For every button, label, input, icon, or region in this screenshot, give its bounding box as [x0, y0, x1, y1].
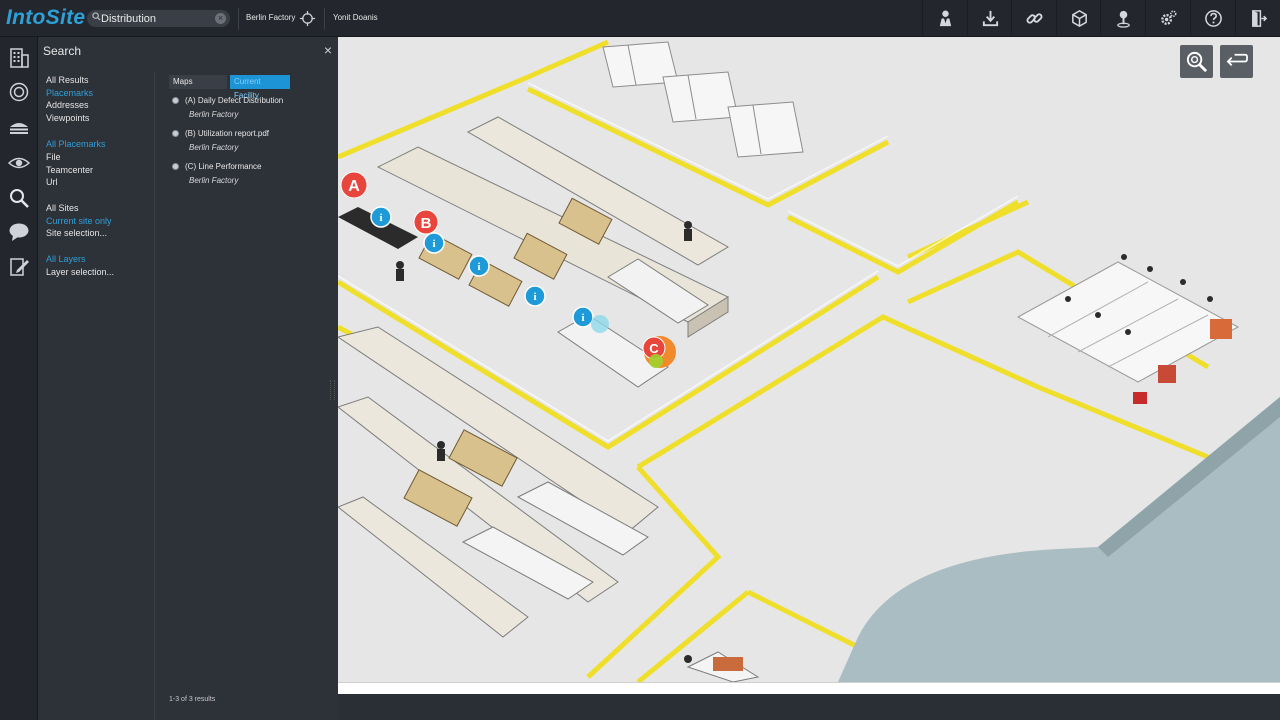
zoom-button[interactable] — [1180, 45, 1213, 78]
link-icon — [1026, 13, 1043, 24]
panel-title: Search — [43, 44, 82, 58]
result-title[interactable]: (B) Utilization report.pdf — [185, 129, 269, 138]
clear-search-icon[interactable]: × — [215, 13, 226, 24]
settings-button[interactable] — [1145, 0, 1189, 37]
result-bullet-icon — [172, 163, 179, 170]
filter-teamcenter[interactable]: Teamcenter — [46, 165, 93, 175]
result-bullet-icon — [172, 130, 179, 137]
result-title[interactable]: (A) Daily Defect Distribution — [185, 96, 283, 105]
info-pin[interactable]: i — [370, 206, 392, 228]
result-site: Berlin Factory — [189, 143, 239, 152]
map-viewport[interactable]: A B C i i i i i — [338, 37, 1280, 682]
placemark-a[interactable]: A — [340, 171, 368, 199]
filter-current-site[interactable]: Current site only — [46, 216, 112, 226]
divider — [238, 8, 239, 30]
zoom-icon — [1186, 51, 1208, 73]
panel-header: Search × — [38, 37, 338, 64]
person-icon — [939, 10, 952, 27]
comment-icon[interactable] — [8, 221, 30, 243]
placemark-label: C — [649, 341, 659, 356]
result-site: Berlin Factory — [189, 110, 239, 119]
search-input[interactable] — [101, 11, 211, 26]
link-button[interactable] — [1011, 0, 1055, 37]
tab-maps[interactable]: Maps — [169, 75, 227, 89]
locate-icon[interactable] — [299, 10, 316, 27]
info-pin[interactable]: i — [468, 255, 490, 277]
exit-button[interactable] — [1235, 0, 1279, 37]
filter-file[interactable]: File — [46, 152, 61, 162]
filter-all-placemarks[interactable]: All Placemarks — [46, 139, 106, 149]
divider — [324, 8, 325, 30]
search-panel: Search × All Results Placemarks Addresse… — [38, 37, 338, 720]
filter-placemarks[interactable]: Placemarks — [46, 88, 93, 98]
back-button[interactable] — [1220, 45, 1253, 78]
person-button[interactable] — [922, 0, 966, 37]
cube-button[interactable] — [1056, 0, 1100, 37]
back-arrow-icon — [1226, 53, 1248, 66]
exit-icon — [1252, 10, 1268, 28]
search-box[interactable]: × — [87, 10, 230, 27]
result-site: Berlin Factory — [189, 176, 239, 185]
filter-layer-selection[interactable]: Layer selection... — [46, 267, 114, 277]
factory-scene[interactable]: A B C i i i i i — [338, 37, 1280, 682]
map-pin-button[interactable] — [1100, 0, 1144, 37]
info-pin[interactable]: i — [423, 232, 445, 254]
svg-text:i: i — [477, 261, 480, 273]
svg-text:i: i — [432, 238, 435, 250]
placemark-label: B — [421, 215, 432, 232]
svg-text:i: i — [379, 212, 382, 224]
search-icon — [92, 12, 101, 21]
search-icon[interactable] — [8, 187, 30, 209]
left-rail — [0, 37, 38, 720]
svg-text:i: i — [533, 291, 536, 303]
result-title[interactable]: (C) Line Performance — [185, 162, 261, 171]
download-icon — [982, 10, 999, 27]
map-pin-icon — [1117, 10, 1130, 28]
filter-url[interactable]: Url — [46, 177, 58, 187]
layers-icon[interactable] — [8, 117, 30, 139]
app-logo: IntoSite — [6, 6, 86, 29]
current-site-label[interactable]: Berlin Factory — [246, 13, 295, 22]
results-pane: Maps Current Facility (A) Daily Defect D… — [164, 75, 336, 715]
result-count: 1-3 of 3 results — [169, 696, 216, 703]
svg-text:i: i — [581, 312, 584, 324]
filter-all-sites[interactable]: All Sites — [46, 203, 79, 213]
filter-addresses[interactable]: Addresses — [46, 100, 89, 110]
placemark-label: A — [348, 178, 360, 195]
filter-all-results[interactable]: All Results — [46, 75, 89, 85]
filter-all-layers[interactable]: All Layers — [46, 254, 86, 264]
resize-handle[interactable] — [330, 380, 335, 400]
user-name[interactable]: Yonit Doanis — [333, 13, 378, 22]
filter-viewpoints[interactable]: Viewpoints — [46, 113, 89, 123]
eye-icon[interactable] — [8, 152, 30, 174]
cube-icon — [1072, 10, 1087, 27]
target-icon[interactable] — [8, 81, 30, 103]
close-icon[interactable]: × — [324, 42, 332, 58]
building-icon[interactable] — [8, 47, 30, 69]
placemark-b[interactable]: B — [413, 209, 439, 235]
edit-icon[interactable] — [8, 256, 30, 278]
top-bar: IntoSite × Berlin Factory Yonit Doanis — [0, 0, 1280, 37]
filter-site-selection[interactable]: Site selection... — [46, 228, 107, 238]
filter-list: All Results Placemarks Addresses Viewpoi… — [38, 71, 155, 720]
info-pin[interactable]: i — [524, 285, 546, 307]
result-bullet-icon — [172, 97, 179, 104]
tab-current-facility[interactable]: Current Facility — [230, 75, 290, 100]
help-button[interactable] — [1190, 0, 1234, 37]
status-bar — [338, 694, 1280, 720]
help-icon — [1205, 10, 1222, 27]
download-button[interactable] — [967, 0, 1011, 37]
settings-icon — [1161, 10, 1177, 25]
